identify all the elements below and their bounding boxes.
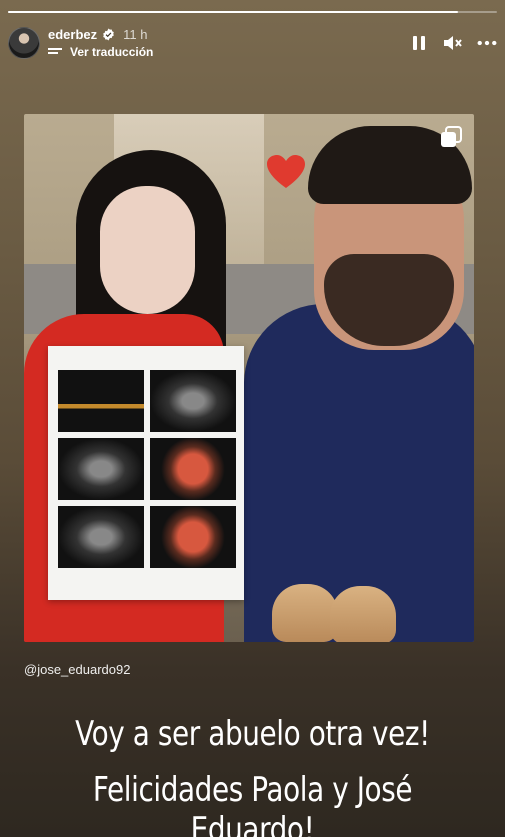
heart-decoration-icon (267, 155, 305, 188)
ultrasound-printout (48, 346, 244, 600)
verified-badge-icon (103, 28, 114, 41)
username[interactable]: ederbez (48, 27, 97, 42)
baby-shoe (272, 584, 338, 642)
time-ago: 11 h (123, 27, 148, 42)
baby-shoe (330, 586, 396, 642)
ultrasound-image (58, 506, 144, 568)
more-options-button[interactable] (477, 33, 497, 53)
story-header: ederbez 11 h Ver traducción (8, 22, 497, 64)
ultrasound-image (58, 438, 144, 500)
pause-icon (413, 36, 425, 50)
woman-face (100, 186, 195, 314)
story-progress-fill (8, 11, 458, 13)
ultrasound-image (150, 438, 236, 500)
ultrasound-grid (58, 370, 236, 568)
gallery-icon (441, 126, 462, 147)
avatar[interactable] (8, 27, 40, 59)
mute-button[interactable] (443, 33, 463, 53)
baby-shoes (272, 564, 402, 642)
more-horizontal-icon (477, 40, 497, 46)
mention-tag[interactable]: @jose_eduardo92 (24, 662, 130, 677)
translate-link[interactable]: Ver traducción (70, 45, 153, 59)
caption-line-1: Voy a ser abuelo otra vez! (75, 714, 430, 754)
ultrasound-image (150, 506, 236, 568)
caption-line-2: Felicidades Paola y José Eduardo! (92, 770, 413, 837)
shared-post-photo[interactable] (24, 114, 474, 642)
ultrasound-image (150, 370, 236, 432)
translate-icon (48, 48, 62, 54)
username-row: ederbez 11 h (48, 27, 153, 42)
story-controls (409, 33, 497, 53)
pause-button[interactable] (409, 33, 429, 53)
translate-row[interactable]: Ver traducción (48, 45, 153, 59)
ultrasound-header-line (58, 358, 236, 366)
header-text: ederbez 11 h Ver traducción (48, 27, 153, 59)
story-progress-bar (8, 11, 497, 13)
speaker-muted-icon (444, 36, 462, 50)
ultrasound-image (58, 370, 144, 432)
